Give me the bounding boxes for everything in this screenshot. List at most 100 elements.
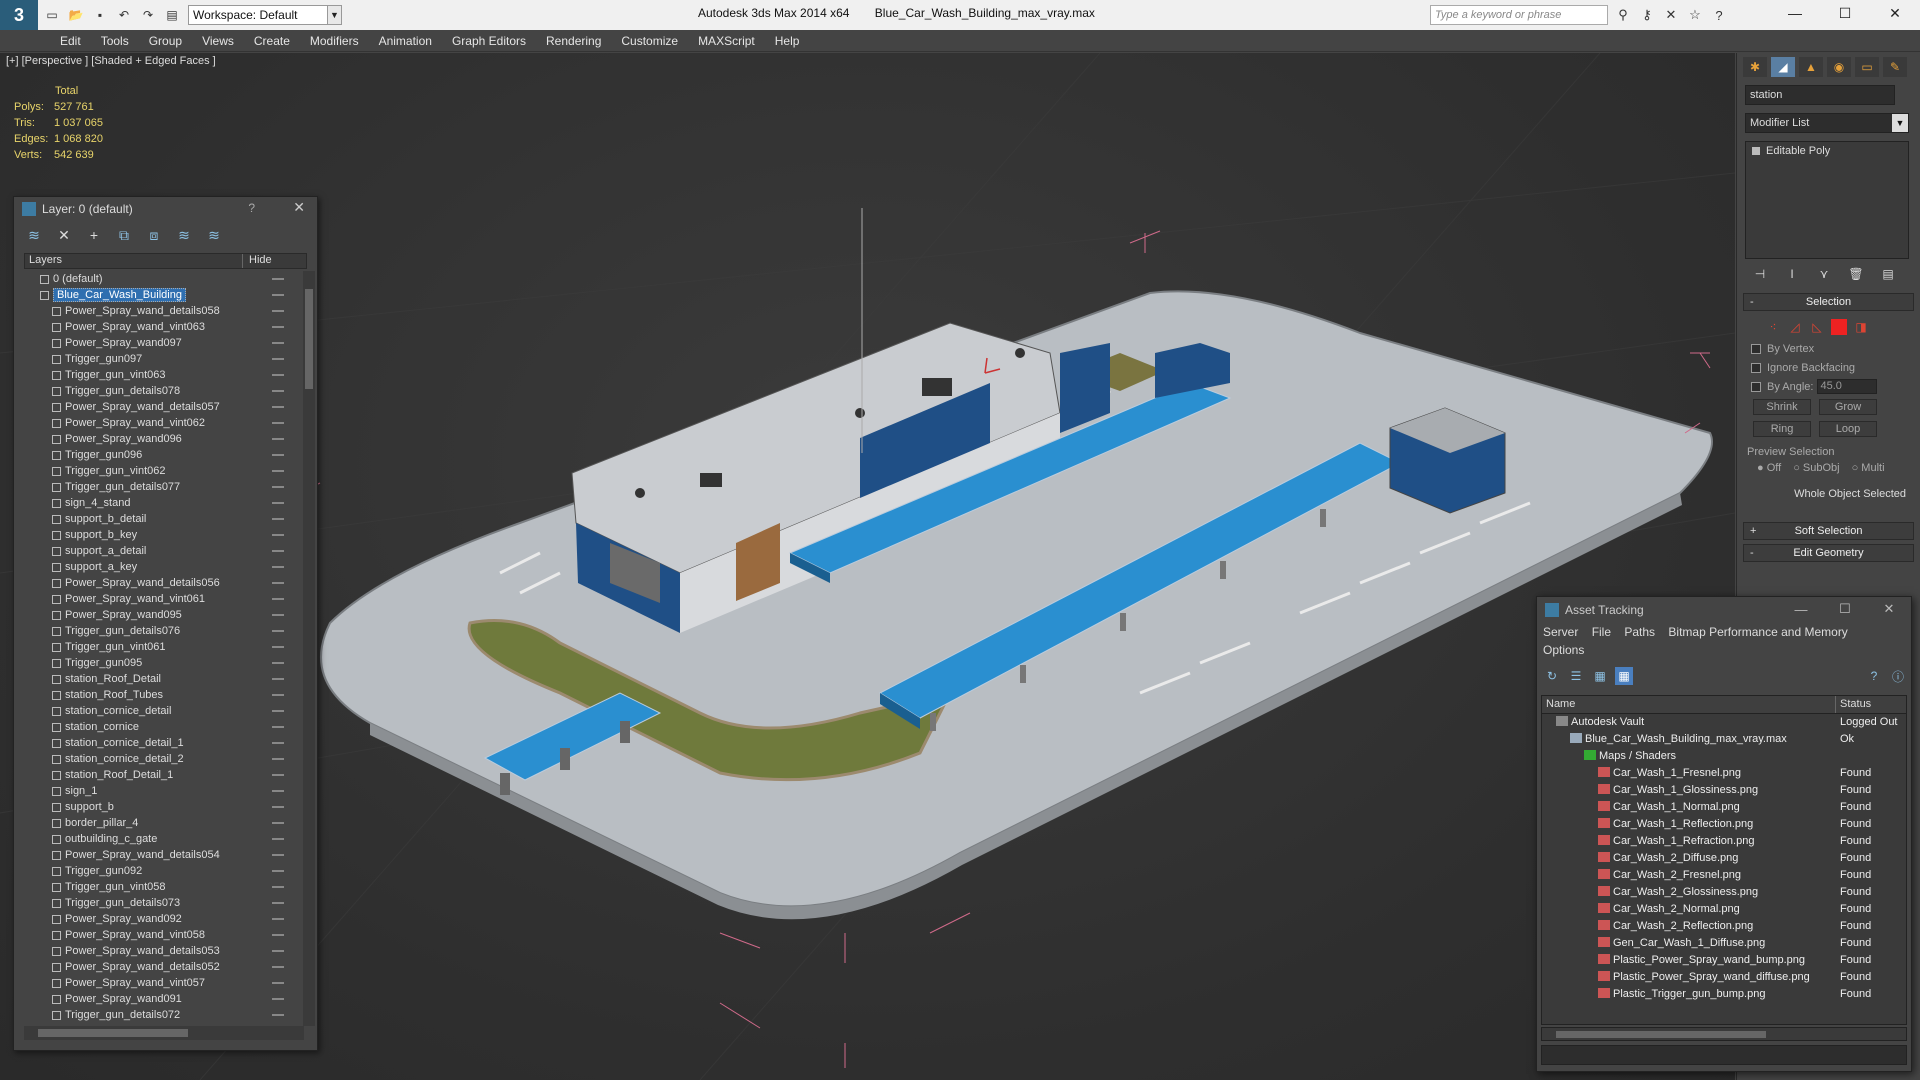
menu-server[interactable]: Server (1543, 625, 1578, 639)
layer-row[interactable]: station_Roof_Detail_1 (24, 767, 302, 783)
scroll-thumb[interactable] (1556, 1031, 1766, 1038)
minimize-button[interactable]: — (1779, 597, 1823, 621)
element-icon[interactable]: ◨ (1853, 319, 1869, 335)
create-tab-icon[interactable]: ✱ (1743, 57, 1767, 77)
app-logo-icon[interactable]: 3 (0, 0, 38, 30)
hide-toggle[interactable] (272, 438, 284, 440)
hide-toggle[interactable] (272, 518, 284, 520)
close-button[interactable]: ✕ (1867, 597, 1911, 621)
hide-toggle[interactable] (272, 582, 284, 584)
asset-row[interactable]: Car_Wash_2_Fresnel.png Found (1542, 867, 1906, 884)
menu-tools[interactable]: Tools (91, 34, 139, 48)
thumbnail-view-icon[interactable]: ▦ (1591, 667, 1609, 685)
exchange-icon[interactable]: ✕ (1662, 5, 1680, 25)
motion-tab-icon[interactable]: ◉ (1827, 57, 1851, 77)
asset-row[interactable]: Car_Wash_2_Reflection.png Found (1542, 918, 1906, 935)
layer-row[interactable]: station_cornice_detail_2 (24, 751, 302, 767)
layer-row[interactable]: Power_Spray_wand_vint063 (24, 319, 302, 335)
layer-manager-window[interactable]: Layer: 0 (default) ? ✕ ≋ ✕ + ⧉ ⧈ ≋ ≋ Lay… (13, 196, 318, 1051)
maximize-button[interactable]: ☐ (1820, 0, 1870, 26)
binoculars-icon[interactable]: ⚲ (1614, 5, 1632, 25)
asset-row[interactable]: Blue_Car_Wash_Building_max_vray.max Ok (1542, 731, 1906, 748)
hide-toggle[interactable] (272, 470, 284, 472)
hide-toggle[interactable] (272, 422, 284, 424)
preview-subobj-radio[interactable]: SubObj (1793, 462, 1840, 474)
menu-create[interactable]: Create (244, 34, 300, 48)
layer-row[interactable]: Power_Spray_wand_details058 (24, 303, 302, 319)
layer-row[interactable]: Trigger_gun_vint061 (24, 639, 302, 655)
polygon-icon[interactable]: ■ (1831, 319, 1847, 335)
hide-toggle[interactable] (272, 534, 284, 536)
asset-row[interactable]: Plastic_Power_Spray_wand_diffuse.png Foun… (1542, 969, 1906, 986)
menu-graph-editors[interactable]: Graph Editors (442, 34, 536, 48)
shrink-button[interactable]: Shrink (1753, 399, 1811, 415)
hide-toggle[interactable] (272, 710, 284, 712)
hide-toggle[interactable] (272, 390, 284, 392)
layer-row[interactable]: Power_Spray_wand_vint058 (24, 927, 302, 943)
col-status[interactable]: Status (1836, 696, 1871, 713)
hide-toggle[interactable] (272, 950, 284, 952)
layer-row[interactable]: Power_Spray_wand_vint061 (24, 591, 302, 607)
hide-toggle[interactable] (272, 1014, 284, 1016)
star-icon[interactable]: ☆ (1686, 5, 1704, 25)
ignore-backfacing-checkbox[interactable]: Ignore Backfacing (1737, 358, 1920, 377)
menu-modifiers[interactable]: Modifiers (300, 34, 369, 48)
asset-row[interactable]: Maps / Shaders (1542, 748, 1906, 765)
menu-edit[interactable]: Edit (50, 34, 91, 48)
layer-row[interactable]: Power_Spray_wand092 (24, 911, 302, 927)
open-file-icon[interactable]: 📂 (66, 5, 86, 25)
hide-toggle[interactable] (272, 630, 284, 632)
edge-icon[interactable]: ◿ (1787, 319, 1803, 335)
info-icon[interactable]: ⓘ (1889, 667, 1907, 685)
hide-toggle[interactable] (272, 550, 284, 552)
hide-toggle[interactable] (272, 806, 284, 808)
layer-row[interactable]: Trigger_gun_vint063 (24, 367, 302, 383)
hide-toggle[interactable] (272, 278, 284, 280)
layer-row[interactable]: Power_Spray_wand_details054 (24, 847, 302, 863)
hide-toggle[interactable] (272, 326, 284, 328)
hide-toggle[interactable] (272, 966, 284, 968)
layer-list-hscroll[interactable] (24, 1026, 304, 1040)
layer-row[interactable]: Power_Spray_wand_details052 (24, 959, 302, 975)
chevron-down-icon[interactable]: ▼ (1892, 114, 1908, 132)
hide-toggle[interactable] (272, 742, 284, 744)
menu-rendering[interactable]: Rendering (536, 34, 611, 48)
layers-icon[interactable]: ≋ (24, 225, 44, 245)
layer-list[interactable]: 0 (default) Blue_Car_Wash_Building Power_S… (24, 271, 302, 1026)
help-icon[interactable]: ? (1710, 5, 1728, 25)
layer-row[interactable]: support_b_detail (24, 511, 302, 527)
asset-row[interactable]: Car_Wash_2_Diffuse.png Found (1542, 850, 1906, 867)
scroll-thumb[interactable] (305, 289, 313, 389)
menu-views[interactable]: Views (192, 34, 244, 48)
new-file-icon[interactable]: ▭ (42, 5, 62, 25)
menu-paths[interactable]: Paths (1624, 625, 1655, 639)
hide-toggle[interactable] (272, 822, 284, 824)
hide-toggle[interactable] (272, 406, 284, 408)
hide-toggle[interactable] (272, 374, 284, 376)
layer-row[interactable]: 0 (default) (24, 271, 302, 287)
close-icon[interactable]: ✕ (293, 199, 305, 216)
hide-toggle[interactable] (272, 934, 284, 936)
hide-toggle[interactable] (272, 662, 284, 664)
ring-button[interactable]: Ring (1753, 421, 1811, 437)
hide-toggle[interactable] (272, 758, 284, 760)
modifier-list-dropdown[interactable]: Modifier List ▼ (1745, 113, 1909, 133)
hide-toggle[interactable] (272, 454, 284, 456)
layer-list-vscroll[interactable] (303, 271, 315, 1026)
maximize-button[interactable]: ☐ (1823, 597, 1867, 621)
hide-toggle[interactable] (272, 774, 284, 776)
grow-button[interactable]: Grow (1819, 399, 1877, 415)
layer-row[interactable]: border_pillar_4 (24, 815, 302, 831)
by-vertex-checkbox[interactable]: By Vertex (1737, 339, 1920, 358)
hide-toggle[interactable] (272, 502, 284, 504)
chevron-down-icon[interactable]: ▼ (328, 5, 342, 25)
layer-row[interactable]: Trigger_gun_details077 (24, 479, 302, 495)
layer-row[interactable]: Power_Spray_wand_details057 (24, 399, 302, 415)
help-icon[interactable]: ? (1865, 667, 1883, 685)
layer-row[interactable]: Trigger_gun092 (24, 863, 302, 879)
hide-toggle[interactable] (272, 854, 284, 856)
close-button[interactable]: ✕ (1870, 0, 1920, 26)
layer-row[interactable]: Blue_Car_Wash_Building (24, 287, 302, 303)
hide-toggle[interactable] (272, 614, 284, 616)
menu-bitmap-performance[interactable]: Bitmap Performance and Memory (1668, 625, 1847, 639)
